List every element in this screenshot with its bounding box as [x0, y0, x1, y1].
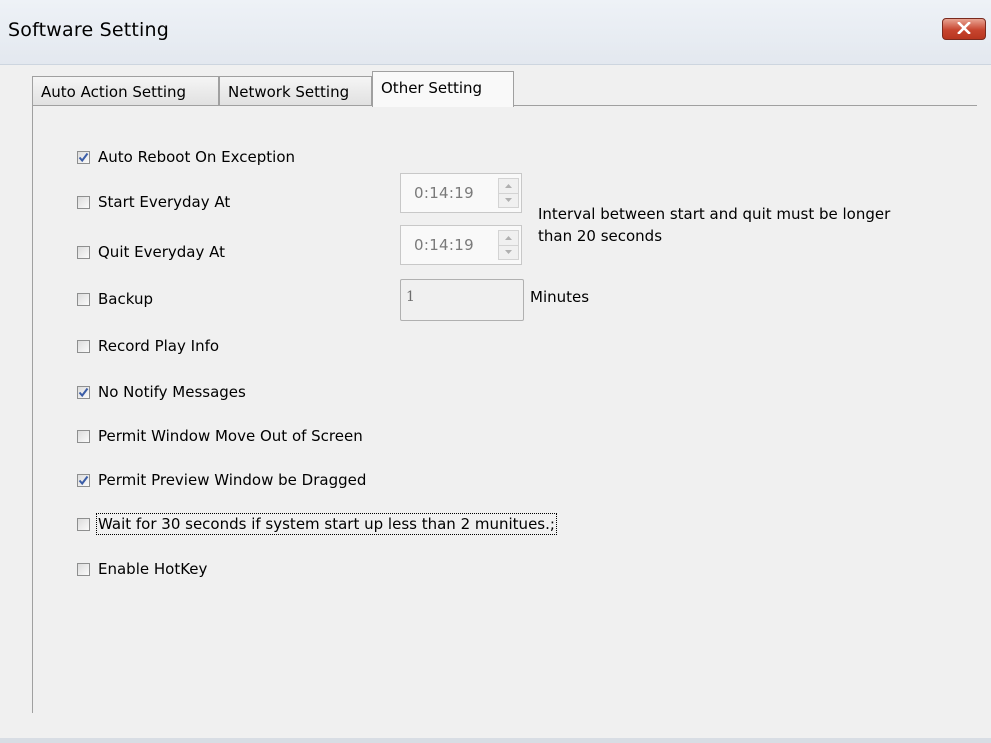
permit-preview-drag-label: Permit Preview Window be Dragged [98, 471, 367, 489]
wait-startup-label: Wait for 30 seconds if system start up l… [96, 513, 557, 535]
close-x-icon [957, 20, 971, 38]
panel-border [32, 105, 33, 713]
start-time-down-button[interactable] [499, 193, 518, 207]
tab-auto-action-setting[interactable]: Auto Action Setting [32, 76, 219, 105]
backup-minutes-input[interactable]: 1 [400, 279, 524, 321]
caret-up-icon [505, 184, 512, 188]
option-no-notify[interactable]: No Notify Messages [77, 381, 246, 403]
quit-time-spin-buttons [498, 230, 519, 260]
backup-label: Backup [98, 290, 153, 308]
option-backup[interactable]: Backup [77, 288, 153, 310]
quit-time-picker[interactable]: 0:14:19 [400, 225, 522, 265]
option-quit-everyday[interactable]: Quit Everyday At [77, 241, 225, 263]
interval-note-line1: Interval between start and quit must be … [538, 205, 891, 223]
minutes-unit-label: Minutes [530, 288, 590, 306]
auto-reboot-checkbox[interactable] [77, 150, 90, 164]
tab-other-setting[interactable]: Other Setting [372, 71, 514, 107]
checkmark-icon [78, 152, 89, 162]
quit-everyday-label: Quit Everyday At [98, 243, 225, 261]
title-bar: Software Setting [0, 0, 991, 65]
quit-everyday-checkbox[interactable] [77, 245, 90, 259]
option-wait-startup[interactable]: Wait for 30 seconds if system start up l… [77, 513, 557, 535]
option-permit-window-move[interactable]: Permit Window Move Out of Screen [77, 425, 363, 447]
option-permit-preview-drag[interactable]: Permit Preview Window be Dragged [77, 469, 366, 491]
checkmark-icon [78, 387, 89, 397]
no-notify-checkbox[interactable] [77, 385, 90, 399]
caret-up-icon [505, 236, 512, 240]
option-record-play-info[interactable]: Record Play Info [77, 335, 219, 357]
permit-window-move-checkbox[interactable] [77, 429, 90, 443]
checkmark-icon [78, 475, 89, 485]
option-start-everyday[interactable]: Start Everyday At [77, 191, 230, 213]
tab-strip: Auto Action Setting Network Setting Othe… [32, 71, 977, 107]
option-auto-reboot[interactable]: Auto Reboot On Exception [77, 146, 295, 168]
permit-preview-drag-checkbox[interactable] [77, 473, 90, 487]
permit-window-move-label: Permit Window Move Out of Screen [98, 427, 363, 445]
quit-time-down-button[interactable] [499, 245, 518, 259]
interval-note: Interval between start and quit must be … [538, 203, 890, 247]
wait-startup-checkbox[interactable] [77, 517, 90, 531]
backup-checkbox[interactable] [77, 292, 90, 306]
record-play-info-checkbox[interactable] [77, 339, 90, 353]
close-button[interactable] [942, 18, 986, 40]
enable-hotkey-checkbox[interactable] [77, 562, 90, 576]
caret-down-icon [505, 198, 512, 202]
start-time-up-button[interactable] [499, 179, 518, 194]
start-time-picker[interactable]: 0:14:19 [400, 173, 522, 213]
caret-down-icon [505, 250, 512, 254]
auto-reboot-label: Auto Reboot On Exception [98, 148, 295, 166]
backup-minutes-value: 1 [406, 289, 415, 305]
start-everyday-checkbox[interactable] [77, 195, 90, 209]
option-enable-hotkey[interactable]: Enable HotKey [77, 558, 207, 580]
no-notify-label: No Notify Messages [98, 383, 246, 401]
tab-network-setting[interactable]: Network Setting [219, 76, 372, 105]
window-bottom-edge [0, 738, 991, 743]
start-time-value: 0:14:19 [414, 184, 474, 202]
record-play-info-label: Record Play Info [98, 337, 220, 355]
interval-note-line2: than 20 seconds [538, 227, 663, 245]
start-time-spin-buttons [498, 178, 519, 208]
window-title: Software Setting [8, 19, 170, 41]
quit-time-value: 0:14:19 [414, 236, 474, 254]
start-everyday-label: Start Everyday At [98, 193, 231, 211]
quit-time-up-button[interactable] [499, 231, 518, 246]
enable-hotkey-label: Enable HotKey [98, 560, 208, 578]
